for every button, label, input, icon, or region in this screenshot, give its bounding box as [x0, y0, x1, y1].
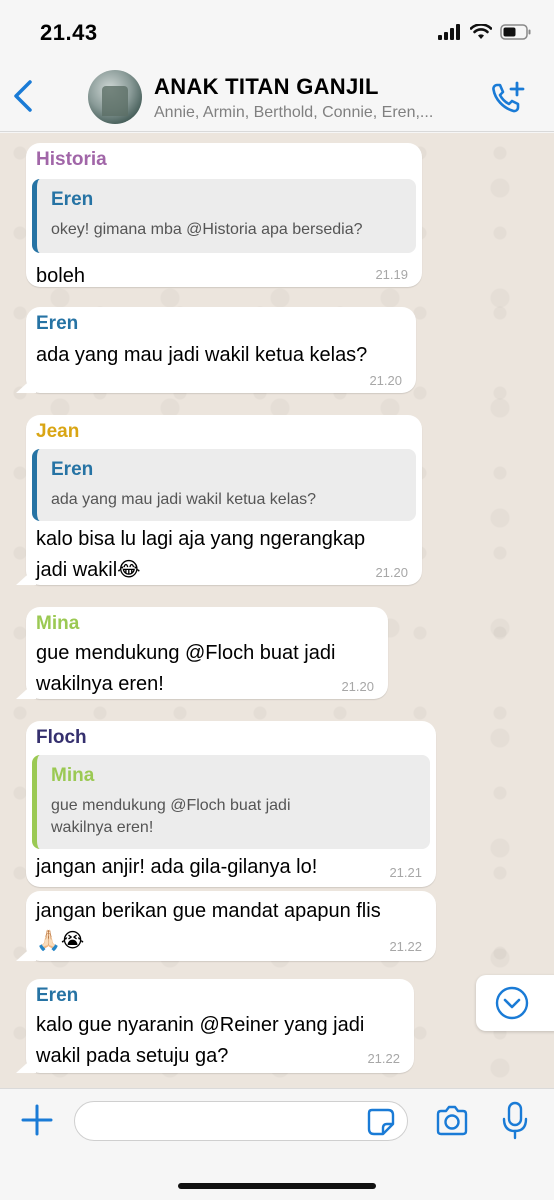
message-text-line-1: gue mendukung @Floch buat jadi — [36, 642, 336, 664]
battery-icon — [500, 24, 531, 40]
composer-bar — [0, 1088, 554, 1200]
message-time: 21.21 — [389, 865, 422, 880]
sticker-icon — [367, 1108, 395, 1136]
add-call-icon — [492, 81, 525, 113]
message-bubble[interactable]: Eren ada yang mau jadi wakil ketua kelas… — [26, 307, 416, 393]
quoted-text: okey! gimana mba @Historia apa bersedia? — [51, 221, 363, 238]
message-sender: Jean — [36, 421, 80, 442]
message-input[interactable] — [74, 1101, 408, 1141]
quoted-text-line-1: gue mendukung @Floch buat jadi — [51, 797, 291, 814]
message-time: 21.20 — [369, 373, 402, 388]
chat-area[interactable]: Historia Eren okey! gimana mba @Historia… — [0, 133, 554, 1088]
quoted-text-line-2: wakilnya eren! — [51, 819, 154, 836]
status-icons — [438, 24, 532, 40]
group-title[interactable]: ANAK TITAN GANJIL — [154, 74, 379, 100]
message-text-line-1: jangan berikan gue mandat apapun flis — [36, 900, 381, 922]
message-sender: Historia — [36, 149, 107, 170]
message-text: boleh — [36, 265, 85, 287]
plus-icon — [21, 1104, 53, 1136]
home-indicator[interactable] — [178, 1183, 376, 1189]
camera-icon — [436, 1105, 468, 1136]
message-bubble[interactable]: Floch Mina gue mendukung @Floch buat jad… — [26, 721, 436, 887]
quoted-sender: Eren — [51, 459, 94, 480]
message-time: 21.22 — [367, 1051, 400, 1066]
status-time: 21.43 — [40, 20, 98, 45]
message-text-line-2: jadi wakil😂 — [36, 559, 141, 581]
message-text: ada yang mau jadi wakil ketua kelas? — [36, 344, 368, 366]
quoted-message[interactable]: Eren okey! gimana mba @Historia apa bers… — [32, 179, 416, 253]
message-time: 21.22 — [389, 939, 422, 954]
message-sender: Floch — [36, 727, 87, 748]
add-call-button[interactable] — [490, 80, 526, 116]
scroll-down-icon — [495, 986, 529, 1020]
signal-icon — [438, 24, 460, 40]
message-text-line-2: wakilnya eren! — [36, 673, 164, 695]
microphone-button[interactable] — [502, 1101, 528, 1141]
status-bar: 21.43 — [0, 0, 554, 62]
sticker-button[interactable] — [366, 1107, 396, 1137]
quoted-sender: Eren — [51, 189, 94, 210]
message-time: 21.19 — [375, 267, 408, 282]
message-text-line-1: kalo gue nyaranin @Reiner yang jadi — [36, 1014, 365, 1036]
message-time: 21.20 — [341, 679, 374, 694]
quoted-sender: Mina — [51, 765, 95, 786]
message-text: jangan anjir! ada gila-gilanya lo! — [36, 856, 318, 878]
attach-button[interactable] — [20, 1103, 54, 1137]
quoted-message[interactable]: Eren ada yang mau jadi wakil ketua kelas… — [32, 449, 416, 521]
message-bubble[interactable]: Mina gue mendukung @Floch buat jadi waki… — [26, 607, 388, 699]
wifi-icon — [470, 24, 492, 39]
back-chevron-icon — [14, 80, 32, 112]
message-time: 21.20 — [375, 565, 408, 580]
group-members[interactable]: Annie, Armin, Berthold, Connie, Eren,... — [154, 104, 433, 122]
message-bubble[interactable]: Historia Eren okey! gimana mba @Historia… — [26, 143, 422, 287]
message-sender: Mina — [36, 613, 80, 634]
microphone-icon — [502, 1101, 528, 1140]
message-sender: Eren — [36, 985, 79, 1006]
back-button[interactable] — [8, 76, 38, 116]
message-text-line-2: wakil pada setuju ga? — [36, 1045, 229, 1067]
camera-button[interactable] — [434, 1105, 470, 1137]
scroll-to-bottom-button[interactable] — [476, 975, 554, 1031]
message-sender: Eren — [36, 313, 79, 334]
message-text-line-2: 🙏🏻😭 — [36, 930, 85, 952]
chat-header: ANAK TITAN GANJIL Annie, Armin, Berthold… — [0, 62, 554, 132]
message-bubble[interactable]: Eren kalo gue nyaranin @Reiner yang jadi… — [26, 979, 414, 1073]
quoted-text: ada yang mau jadi wakil ketua kelas? — [51, 491, 317, 508]
message-bubble[interactable]: Jean Eren ada yang mau jadi wakil ketua … — [26, 415, 422, 585]
group-avatar[interactable] — [88, 70, 142, 124]
quoted-message[interactable]: Mina gue mendukung @Floch buat jadi waki… — [32, 755, 430, 849]
message-text-line-1: kalo bisa lu lagi aja yang ngerangkap — [36, 528, 366, 550]
message-bubble[interactable]: jangan berikan gue mandat apapun flis 🙏🏻… — [26, 891, 436, 961]
